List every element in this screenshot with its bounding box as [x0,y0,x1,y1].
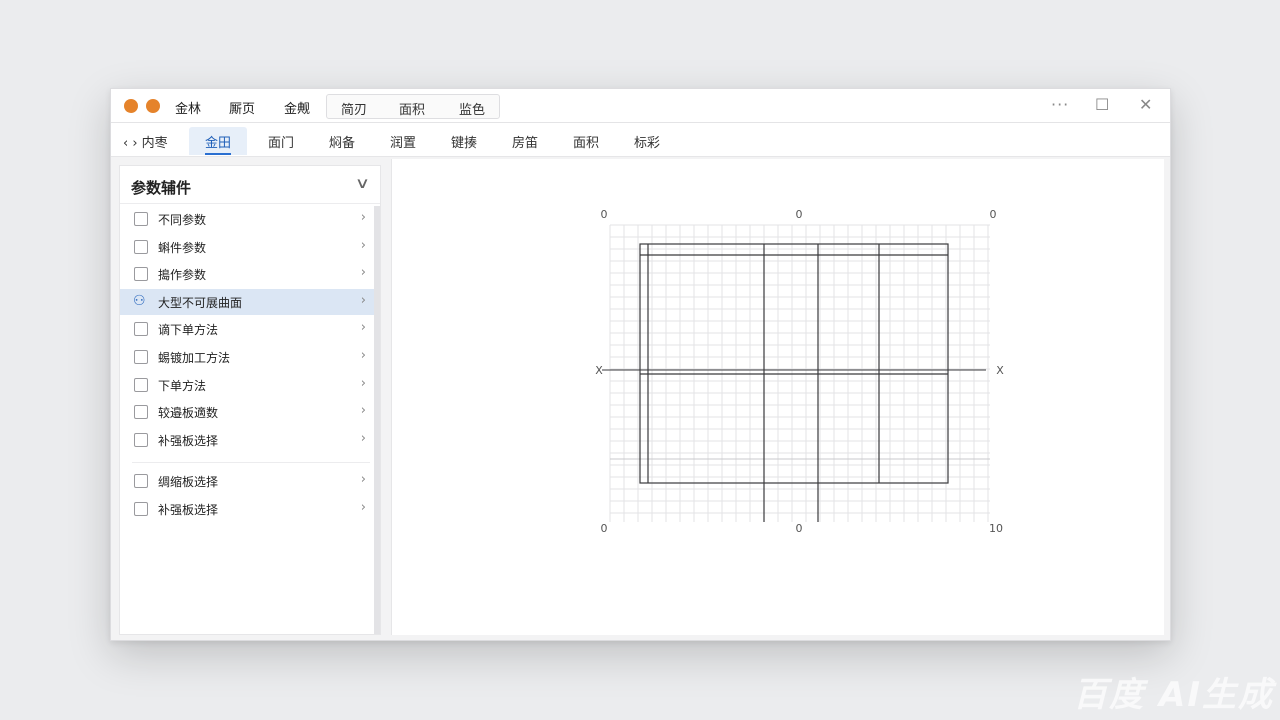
list-item-label: 大型不可展曲面 [158,295,243,310]
list-item[interactable]: 谪下单方法 › [120,316,378,342]
list-item-label: 搗作参数 [158,268,207,283]
list-item-label: 绸缩板选择 [158,475,219,489]
list-item[interactable]: 不同参数 › [120,206,378,232]
list-item[interactable]: 补强板选择 › [120,427,378,453]
list-item-label: 蝌件参数 [158,240,207,255]
chevron-right-icon[interactable]: › [361,320,366,335]
list-item-label: 下单方法 [158,378,207,393]
side-axis-label: X [595,364,603,377]
list-item[interactable]: 搗作参数 › [120,261,378,287]
sidebar-title: 参数辅件 [131,179,192,197]
list-item[interactable]: ⚇ 大型不可展曲面 › [120,288,378,315]
list-item[interactable]: 绸缩板选择 › [120,468,378,494]
list-item[interactable]: 蜴镀加工方法 › [120,344,378,370]
tab-5[interactable]: 键揍 [451,132,477,151]
list-item[interactable]: 补强板选择 › [120,496,378,522]
menu-item-1[interactable]: 金林 [175,98,201,117]
checkbox[interactable] [134,267,148,282]
checkbox[interactable] [134,377,148,392]
close-icon[interactable]: ✕ [1139,95,1152,115]
list-item-label: 谪下单方法 [158,323,219,338]
list-item[interactable]: 下单方法 › [120,372,378,398]
checkbox[interactable] [134,502,148,516]
segment-item-3[interactable]: 监色 [459,99,485,118]
tab-bar: ‹ › 内枣 金田 面门 焖备 润置 键揍 房笛 面积 标彩 [111,123,1170,157]
list-item[interactable]: 较邉板適数 › [120,399,378,425]
grid-labels: 0 0 0 0 0 10 X X [595,208,1004,535]
parameter-sidebar: 参数辅件 ∨ 不同参数 › 蝌件参数 › 搗作参数 › ⚇ 大型不可展曲面 › 谪下单方法 › 蜴镀加… [119,165,381,635]
chevron-down-icon[interactable]: ∨ [355,174,370,192]
checkbox[interactable] [134,350,148,364]
drawing-canvas[interactable]: 0 0 0 0 0 10 X X [391,159,1164,635]
list-item-label: 补强板选择 [158,433,219,448]
watermark: 百度 AI生成 [1073,675,1274,715]
bottom-tick-label: 0 [796,522,803,535]
side-axis-label: X [996,364,1004,377]
list-item-label: 较邉板適数 [158,406,219,421]
tab-2[interactable]: 面门 [268,132,294,151]
chevron-right-icon[interactable]: › [361,238,366,253]
tab-3[interactable]: 焖备 [329,132,355,151]
grid-drawing: 0 0 0 0 0 10 X X [595,208,1004,535]
chevron-right-icon[interactable]: › [361,403,366,418]
chevron-right-icon[interactable]: › [361,210,366,225]
checkbox[interactable] [134,212,148,226]
title-bar: 金林 厮页 金觍 简刃 面积 监色 ··· ☐ ✕ [111,89,1170,123]
checkbox[interactable] [134,239,148,254]
checkbox[interactable] [134,474,148,488]
user-group-icon: ⚇ [133,292,146,309]
tab-1[interactable]: 金田 [189,127,248,155]
tab-4[interactable]: 润置 [390,132,416,151]
back-forward-nav[interactable]: ‹ › 内枣 [123,132,168,151]
divider [132,462,370,463]
tab-8[interactable]: 标彩 [634,132,660,151]
window-dot-orange-2[interactable] [146,99,160,113]
app-window: 金林 厮页 金觍 简刃 面积 监色 ··· ☐ ✕ ‹ › 内枣 金田 面门 焖… [110,88,1171,641]
chevron-right-icon[interactable]: › [361,431,366,446]
top-tick-label: 0 [796,208,803,221]
chevron-right-icon[interactable]: › [361,265,366,280]
segment-item-1[interactable]: 简刃 [341,99,367,118]
chevron-right-icon[interactable]: › [361,376,366,391]
outer-frame [639,243,949,484]
chevron-right-icon[interactable]: › [361,472,366,487]
sidebar-scrollbar[interactable] [374,206,380,634]
chevron-right-icon[interactable]: › [361,348,366,363]
checkbox[interactable] [134,405,148,420]
main-grid [602,243,986,522]
maximize-icon[interactable]: ☐ [1095,95,1109,115]
tab-6[interactable]: 房笛 [512,132,538,151]
list-item-label: 不同参数 [158,213,207,227]
list-item-label: 蜴镀加工方法 [158,351,231,365]
chevron-right-icon[interactable]: › [361,500,366,515]
menu-item-3[interactable]: 金觍 [284,98,310,117]
top-tick-label: 0 [990,208,997,221]
window-dot-orange[interactable] [124,99,138,113]
sidebar-header[interactable]: 参数辅件 ∨ [120,166,380,204]
more-icon[interactable]: ··· [1051,95,1069,115]
chevron-right-icon[interactable]: › [361,293,366,308]
title-segment-group: 简刃 面积 监色 [326,94,500,119]
top-tick-label: 0 [601,208,608,221]
segment-item-2[interactable]: 面积 [399,99,425,118]
tab-7[interactable]: 面积 [573,132,599,151]
list-item[interactable]: 蝌件参数 › [120,234,378,260]
bottom-tick-label: 0 [601,522,608,535]
checkbox[interactable] [134,432,148,447]
menu-item-2[interactable]: 厮页 [229,98,255,117]
checkbox[interactable] [134,322,148,337]
list-item-label: 补强板选择 [158,503,219,517]
bottom-tick-label: 10 [989,522,1003,535]
